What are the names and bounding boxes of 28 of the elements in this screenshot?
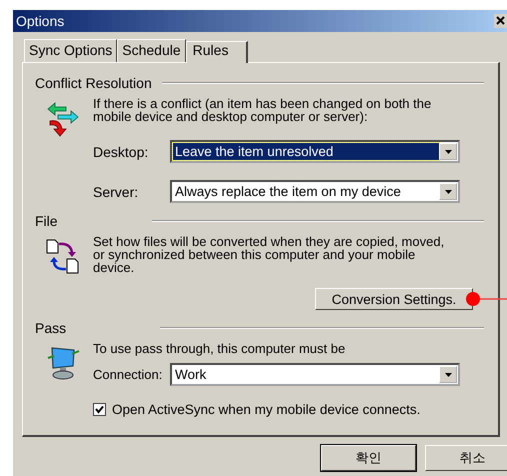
- field-label: Server:: [93, 184, 140, 200]
- dropdown[interactable]: Always replace the item on my device: [170, 180, 460, 203]
- tab[interactable]: Schedule: [117, 39, 186, 62]
- close-icon[interactable]: [494, 14, 507, 28]
- checkbox-label[interactable]: Open ActiveSync when my mobile device connects.: [112, 402, 420, 417]
- description-text: If there is a conflict (an item has been changed on both the mobile device and desktop computer or server):: [93, 97, 432, 123]
- dropdown-arrow-icon: [444, 372, 452, 376]
- conversion-settings-button[interactable]: Conversion Settings.: [315, 288, 473, 310]
- dialog-button[interactable]: 확인: [321, 445, 416, 471]
- file-convert-icon: [45, 239, 81, 275]
- dropdown-arrow-icon: [444, 150, 452, 154]
- dialog-button[interactable]: 취소: [425, 445, 507, 471]
- tab[interactable]: Rules: [186, 41, 248, 63]
- field-label: Desktop:: [93, 144, 150, 160]
- dropdown[interactable]: Leave the item unresolved: [170, 140, 460, 163]
- section-heading: File: [35, 213, 58, 229]
- dropdown[interactable]: Work: [170, 363, 460, 386]
- tab[interactable]: Sync Options: [24, 39, 118, 62]
- section-heading: Conflict Resolution: [35, 75, 152, 91]
- checkbox[interactable]: [93, 403, 106, 416]
- field-label: Connection:: [93, 367, 164, 382]
- arrows-icon: [45, 101, 81, 137]
- description-text: Set how files will be converted when they are copied, moved, or synchronized between this computer and your mobile device.: [93, 235, 445, 274]
- section-heading: Pass: [35, 320, 66, 336]
- window-title: Options: [16, 13, 64, 29]
- description-text: To use pass through, this computer must be: [93, 342, 346, 355]
- dropdown-arrow-icon: [444, 190, 452, 194]
- computer-icon: [45, 346, 81, 380]
